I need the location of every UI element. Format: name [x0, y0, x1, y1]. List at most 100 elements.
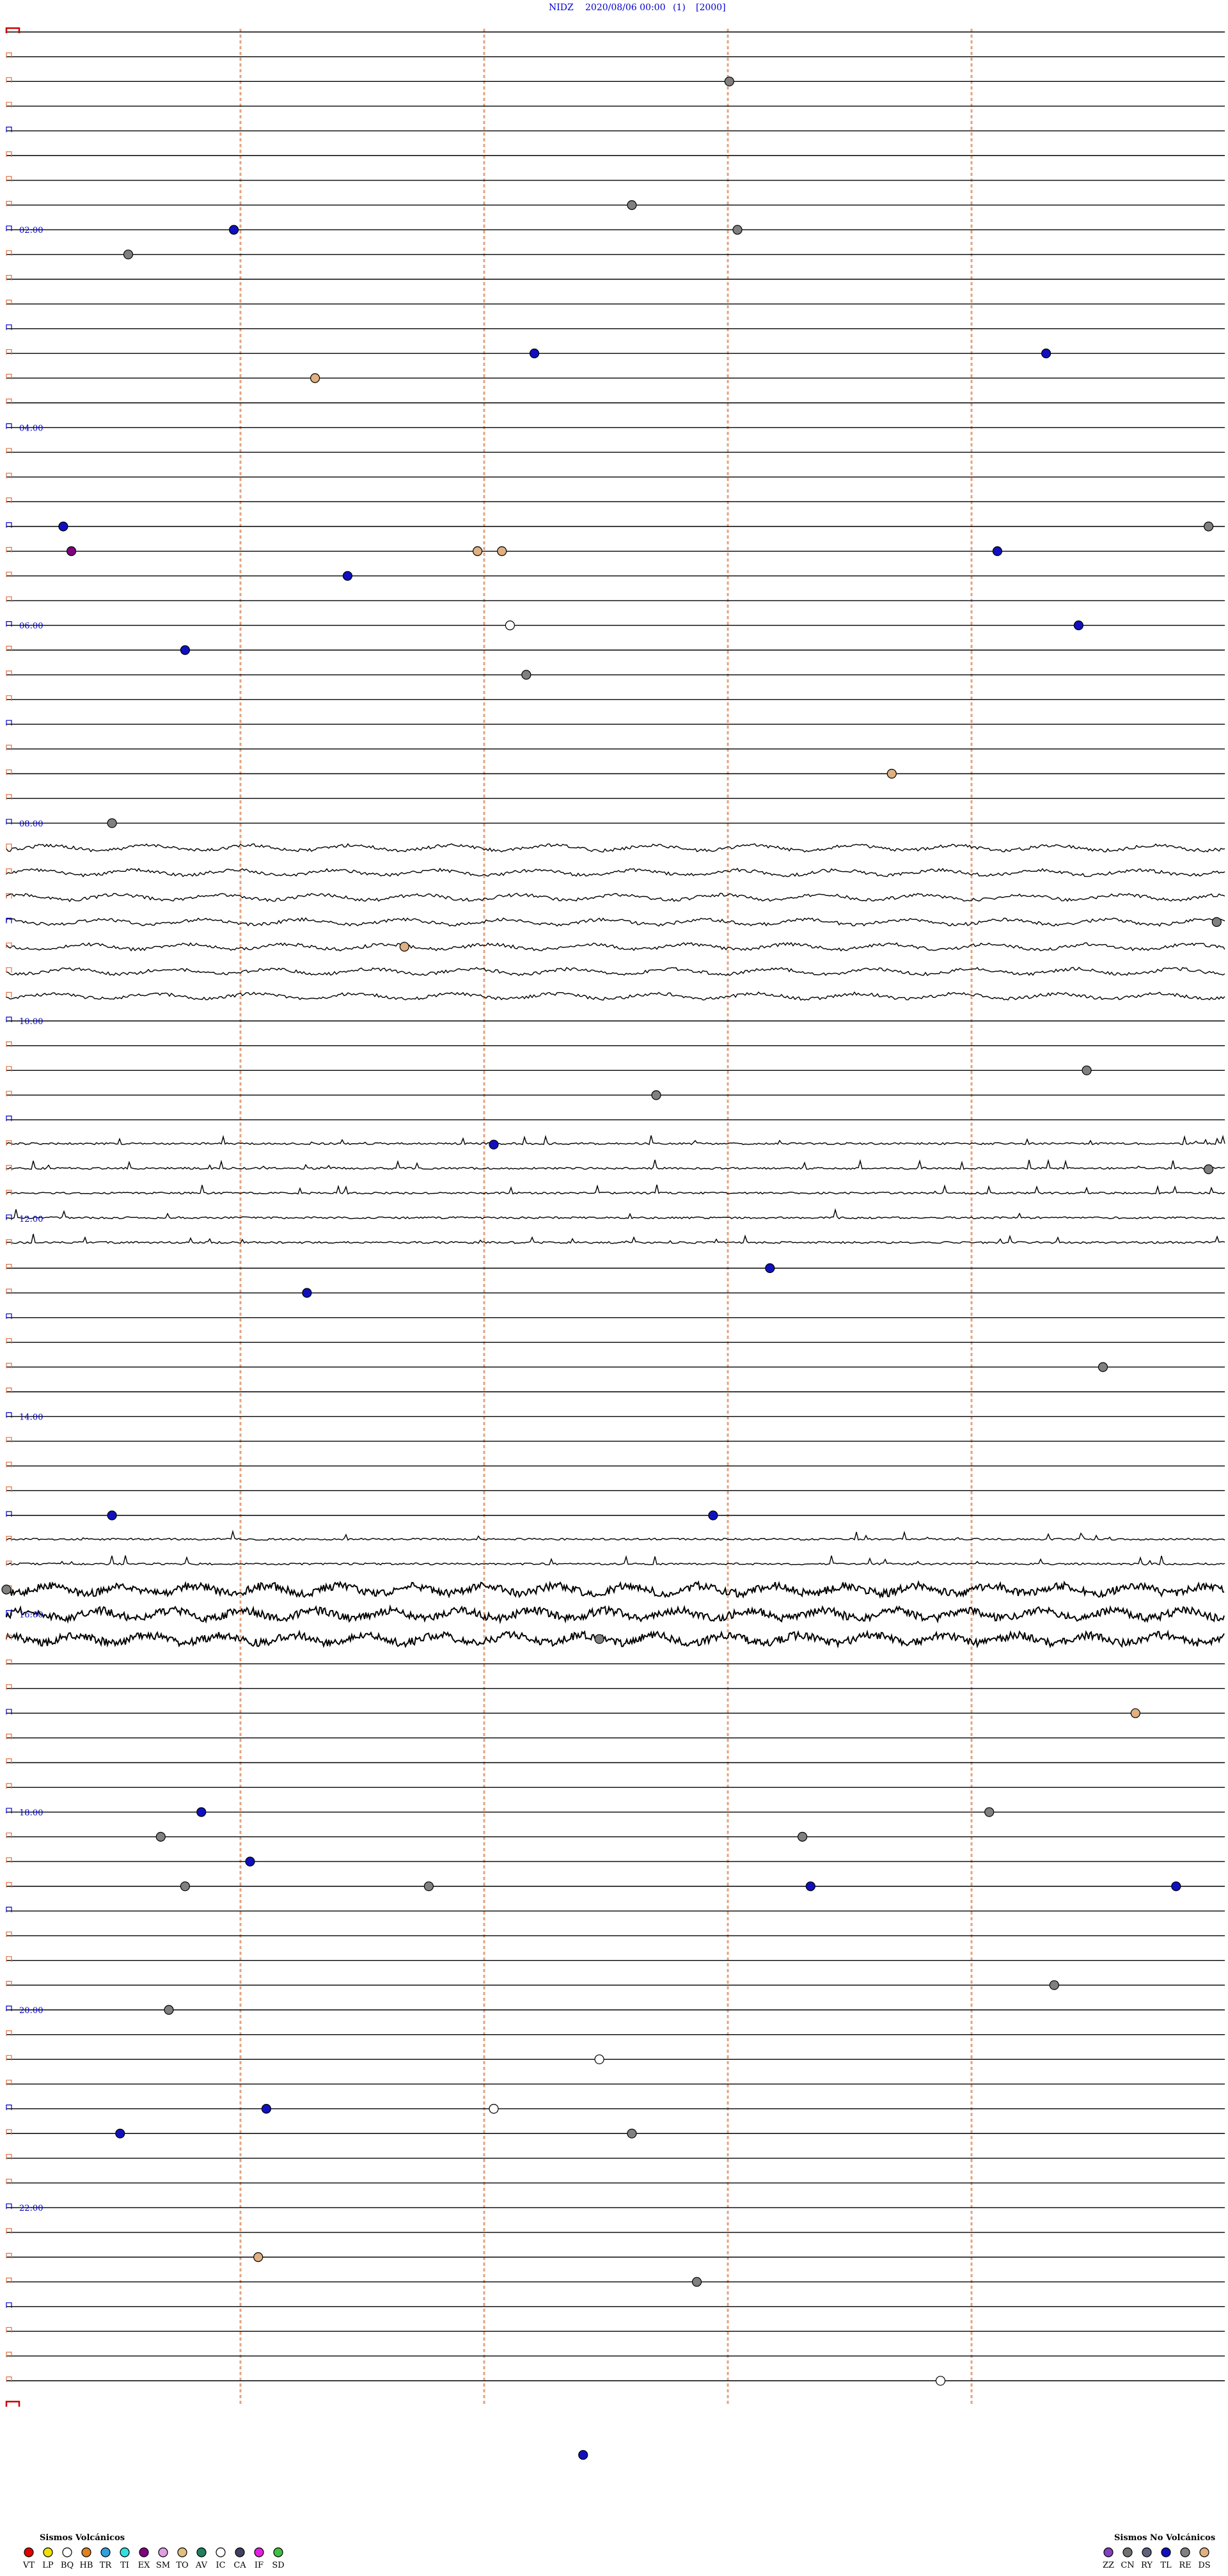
legend-volcanic-label-if: IF — [255, 2561, 264, 2570]
legend-volcanic-label-to: TO — [176, 2561, 188, 2570]
line-bracket — [6, 1437, 12, 1443]
legend-volcanic: Sismos Volcánicos VT LP BQ HB TR TI EX SM TO AV IC… — [22, 2533, 285, 2570]
line-bracket — [5, 2401, 20, 2407]
line-bracket — [6, 1016, 12, 1022]
line-bracket — [6, 2154, 12, 2160]
trace-line-noisy — [6, 1184, 1225, 1195]
line-bracket — [6, 1511, 12, 1517]
legend-nonvolcanic-label-ry: RY — [1141, 2561, 1153, 2570]
event-marker-ds — [399, 942, 409, 952]
event-marker-re — [627, 2128, 637, 2138]
event-marker-re — [627, 200, 637, 210]
event-marker-tl — [302, 1288, 312, 1298]
line-bracket — [6, 1980, 12, 1987]
event-marker-ds — [253, 2252, 264, 2263]
line-bracket — [6, 77, 12, 83]
event-marker-tl — [261, 2104, 271, 2114]
trace-line-noisy — [6, 1233, 1225, 1244]
legend-volcanic-swatch-to — [177, 2547, 187, 2557]
line-bracket — [6, 250, 12, 256]
legend-volcanic-label-av: AV — [195, 2561, 208, 2570]
line-bracket — [6, 547, 12, 553]
hour-label: 22:00 — [19, 2204, 43, 2213]
legend-volcanic-swatch-av — [196, 2547, 207, 2557]
legend-volcanic-label-sd: SD — [272, 2561, 284, 2570]
legend-volcanic-swatch-ic — [216, 2547, 226, 2557]
line-bracket — [6, 1313, 12, 1319]
trace-line-noisy — [6, 1629, 1225, 1649]
line-bracket — [6, 52, 12, 58]
event-marker-re — [180, 1881, 190, 1892]
legend-volcanic-label-lp: LP — [42, 2561, 54, 2570]
legend-volcanic-swatch-sd — [273, 2547, 283, 2557]
event-marker-tl — [765, 1263, 775, 1274]
event-marker-tl — [196, 1807, 207, 1817]
line-bracket — [6, 2252, 12, 2259]
line-bracket — [6, 2105, 12, 2110]
line-bracket — [6, 423, 12, 429]
trace-line-noisy — [6, 942, 1225, 952]
event-marker-re — [651, 1090, 661, 1100]
legend-nonvolcanic-swatch-ds — [1199, 2547, 1209, 2557]
hour-label: 12:00 — [19, 1215, 43, 1224]
line-bracket — [6, 497, 12, 503]
hour-label: 08:00 — [19, 819, 43, 829]
line-bracket — [6, 1709, 12, 1715]
line-bracket — [6, 1659, 12, 1665]
line-bracket — [6, 473, 12, 478]
line-bracket — [6, 324, 12, 330]
event-marker-re — [1203, 521, 1214, 532]
legend-volcanic-swatch-lp — [43, 2547, 53, 2557]
line-bracket — [6, 522, 12, 528]
line-bracket — [6, 151, 12, 157]
line-bracket — [6, 745, 12, 750]
hour-label: 14:00 — [19, 1412, 43, 1422]
event-marker-tl — [578, 2450, 588, 2460]
legend-nonvolcanic-swatch-zz — [1103, 2547, 1114, 2557]
line-bracket — [6, 1091, 12, 1096]
hour-label: 16:00 — [19, 1611, 43, 1620]
line-bracket — [6, 621, 12, 627]
legend-nonvolcanic-label-tl: TL — [1160, 2561, 1172, 2570]
legend-volcanic-label-sm: SM — [156, 2561, 170, 2570]
event-marker-tl — [180, 645, 190, 655]
event-marker-tl — [529, 348, 540, 359]
trace-line-noisy — [6, 1604, 1225, 1625]
event-marker-tl — [805, 1881, 815, 1892]
line-bracket — [6, 596, 12, 602]
legend-volcanic-label-tr: TR — [100, 2561, 113, 2570]
trace-line-noisy — [6, 1208, 1225, 1220]
event-marker-re — [1049, 1980, 1059, 1990]
line-bracket — [6, 1263, 12, 1270]
legend-volcanic-swatch-hb — [81, 2547, 91, 2557]
helicorder-chart: NIDZ 2020/08/06 00:00 (1) [2000] 02:00 04… — [1, 3, 1225, 2570]
legend-volcanic-swatch-ca — [235, 2547, 245, 2557]
line-bracket — [6, 571, 12, 578]
line-bracket — [6, 1684, 12, 1690]
line-bracket — [6, 1808, 12, 1813]
trace-line-noisy — [6, 1158, 1225, 1170]
hour-label: 20:00 — [19, 2006, 43, 2016]
event-marker-re — [1203, 1164, 1214, 1174]
event-marker-ds — [310, 373, 320, 383]
legend-volcanic-label-hb: HB — [80, 2561, 93, 2570]
legend-nonvolcanic-swatch-tl — [1161, 2547, 1171, 2557]
hour-label: 04:00 — [19, 423, 43, 433]
trace-line-noisy — [6, 843, 1225, 853]
line-bracket — [6, 176, 12, 182]
legend-volcanic-swatch-sm — [158, 2547, 168, 2557]
station-label: NIDZ — [549, 3, 574, 13]
line-bracket — [6, 843, 12, 849]
line-bracket — [6, 1931, 12, 1938]
line-bracket — [6, 1486, 12, 1492]
line-bracket — [6, 1387, 12, 1393]
line-bracket — [6, 1734, 12, 1739]
legend-nonvolcanic: Sismos No Volcánicos ZZ CN RY TL RE DS — [1103, 2533, 1215, 2570]
line-bracket — [6, 2327, 12, 2333]
legend-volcanic-swatch-vt — [24, 2547, 34, 2557]
line-bracket — [6, 794, 12, 800]
line-bracket — [6, 992, 12, 998]
trace-line-noisy — [6, 1554, 1225, 1566]
legend-nonvolcanic-title: Sismos No Volcánicos — [1114, 2533, 1215, 2543]
legend-nonvolcanic-swatch-cn — [1122, 2547, 1133, 2557]
